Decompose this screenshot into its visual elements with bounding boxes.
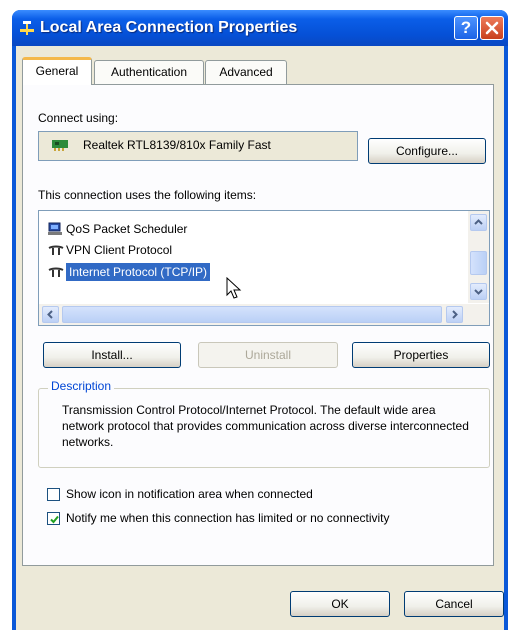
chevron-right-icon bbox=[452, 310, 458, 319]
checkmark-icon bbox=[50, 515, 59, 524]
properties-button[interactable]: Properties bbox=[352, 342, 490, 368]
notify-label[interactable]: Notify me when this connection has limit… bbox=[66, 511, 390, 525]
show-icon-label[interactable]: Show icon in notification area when conn… bbox=[66, 487, 313, 501]
scroll-down-button[interactable] bbox=[470, 283, 487, 300]
list-item-label: QoS Packet Scheduler bbox=[66, 222, 188, 236]
scroll-right-button[interactable] bbox=[446, 306, 463, 323]
network-connection-icon bbox=[18, 19, 36, 37]
description-title: Description bbox=[48, 379, 115, 393]
close-icon bbox=[485, 21, 499, 35]
scheduler-icon bbox=[48, 222, 64, 236]
adapter-name: Realtek RTL8139/810x Family Fast bbox=[83, 138, 271, 152]
cancel-button[interactable]: Cancel bbox=[404, 591, 504, 617]
protocol-icon bbox=[48, 243, 64, 257]
tab-general[interactable]: General bbox=[22, 57, 92, 85]
chevron-down-icon bbox=[474, 289, 483, 295]
ok-button[interactable]: OK bbox=[290, 591, 390, 617]
chevron-up-icon bbox=[474, 219, 483, 225]
uninstall-button[interactable]: Uninstall bbox=[198, 342, 338, 368]
title-bar[interactable]: Local Area Connection Properties ? bbox=[12, 10, 508, 46]
scroll-left-button[interactable] bbox=[42, 306, 59, 323]
connect-using-label: Connect using: bbox=[38, 111, 119, 125]
protocol-icon bbox=[48, 265, 64, 279]
list-item-label: VPN Client Protocol bbox=[66, 243, 173, 257]
chevron-left-icon bbox=[47, 310, 53, 319]
horizontal-scroll-thumb[interactable] bbox=[62, 306, 442, 323]
tab-advanced[interactable]: Advanced bbox=[205, 60, 287, 84]
description-text: Transmission Control Protocol/Internet P… bbox=[62, 403, 469, 449]
close-button[interactable] bbox=[480, 16, 504, 40]
configure-button[interactable]: Configure... bbox=[368, 138, 486, 164]
items-label: This connection uses the following items… bbox=[38, 188, 257, 202]
notify-checkbox[interactable] bbox=[47, 512, 60, 525]
show-icon-checkbox[interactable] bbox=[47, 488, 60, 501]
tab-authentication[interactable]: Authentication bbox=[94, 60, 204, 84]
window-title: Local Area Connection Properties bbox=[40, 19, 298, 36]
vertical-scroll-thumb[interactable] bbox=[470, 251, 487, 275]
network-adapter-icon bbox=[52, 140, 68, 151]
mouse-cursor-icon bbox=[226, 276, 244, 304]
list-item-label-selected: Internet Protocol (TCP/IP) bbox=[66, 263, 211, 281]
install-button[interactable]: Install... bbox=[43, 342, 181, 368]
help-button[interactable]: ? bbox=[454, 16, 478, 40]
scroll-up-button[interactable] bbox=[470, 214, 487, 231]
